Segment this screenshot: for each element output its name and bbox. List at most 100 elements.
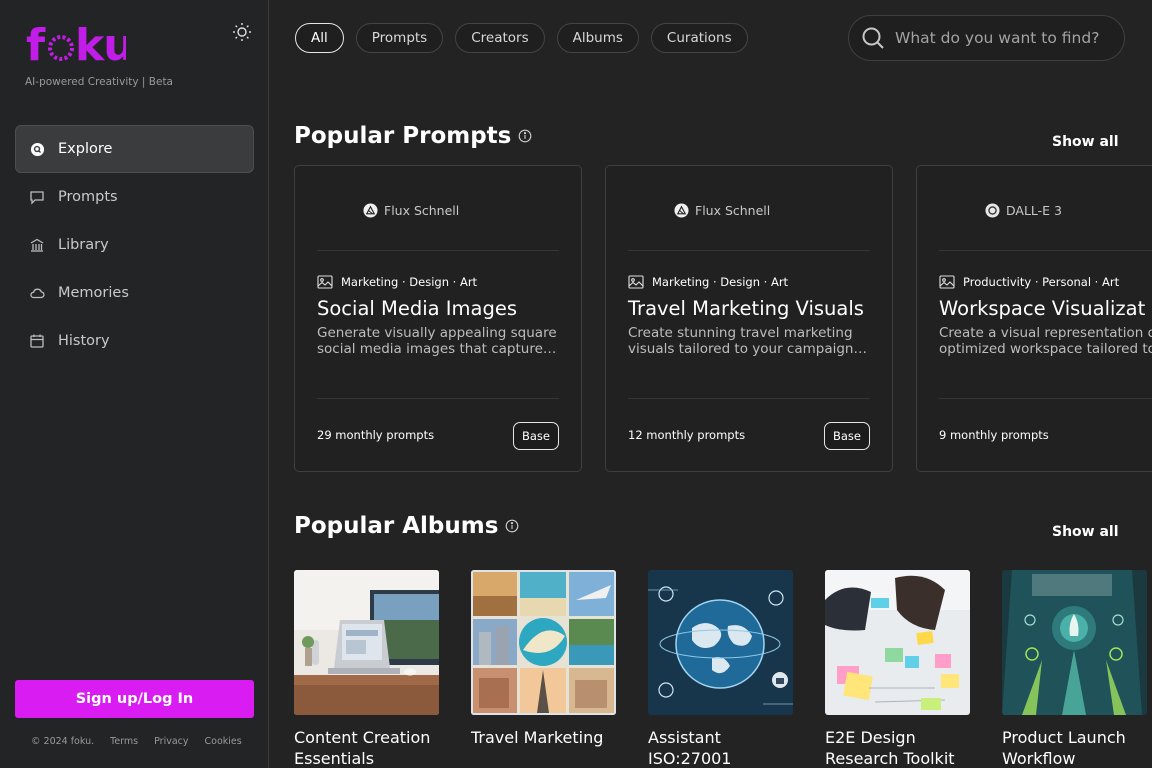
categories-text: Marketing · Design · Art [341, 275, 478, 289]
model-label: Flux Schnell [674, 203, 770, 218]
image-icon [939, 275, 955, 289]
categories-text: Productivity · Personal · Art [963, 275, 1120, 289]
sun-icon [233, 23, 251, 41]
album-title-line: Workflow [1002, 749, 1076, 768]
footer: © 2024 foku. Terms Privacy Cookies [31, 736, 242, 747]
base-badge[interactable]: Base [823, 422, 870, 450]
library-icon [29, 237, 45, 253]
description-line: visuals tailored to your campaigns… [628, 341, 868, 357]
divider [939, 250, 1152, 251]
prompt-card[interactable]: Flux Schnell Marketing · Design · Art So… [294, 165, 582, 472]
card-title: Social Media Images [317, 297, 518, 320]
chat-bubble-icon [29, 189, 45, 205]
prompt-cards: Flux Schnell Marketing · Design · Art So… [294, 165, 1152, 473]
description-line: Generate visually appealing square [317, 325, 557, 341]
popular-prompts-heading: Popular Prompts [294, 123, 532, 149]
album-title: Travel Marketing [471, 727, 617, 748]
search-bar [848, 15, 1125, 61]
divider [317, 250, 559, 251]
flux-icon [363, 203, 378, 218]
card-description: Create stunning travel marketing visuals… [628, 325, 868, 357]
album-title: Product Launch Workflow [1002, 727, 1148, 768]
prompt-card[interactable]: Flux Schnell Marketing · Design · Art Tr… [605, 165, 893, 472]
sidebar-item-library[interactable]: Library [15, 221, 254, 269]
album-card[interactable]: Content Creation Essentials [294, 570, 440, 768]
category-tags: Marketing · Design · Art [317, 275, 477, 289]
category-tags: Productivity · Personal · Art [939, 275, 1119, 289]
svg-text:f: f [26, 22, 46, 68]
calendar-icon [29, 333, 45, 349]
category-tags: Marketing · Design · Art [628, 275, 788, 289]
album-card[interactable]: Travel Marketing [471, 570, 617, 748]
filter-chip-albums[interactable]: Albums [556, 23, 639, 53]
sidebar-item-label: Prompts [58, 189, 118, 205]
albums-show-all-link[interactable]: Show all [1052, 524, 1119, 540]
filter-chip-all[interactable]: All [295, 23, 344, 53]
cloud-icon [29, 285, 45, 301]
sidebar: f ku AI-powered Creativity | Beta Explor… [0, 0, 269, 768]
description-line: optimized workspace tailored to [939, 341, 1152, 357]
foku-logo[interactable]: f ku [26, 22, 126, 68]
image-icon [317, 275, 333, 289]
model-name: Flux Schnell [384, 203, 460, 218]
album-thumbnail-sticky-notes [825, 570, 970, 715]
sidebar-item-prompts[interactable]: Prompts [15, 173, 254, 221]
privacy-link[interactable]: Privacy [154, 736, 188, 747]
explore-icon [29, 141, 45, 157]
album-title-line: Research Toolkit [825, 749, 955, 768]
divider [939, 398, 1152, 399]
album-card[interactable]: Assistant ISO:27001 [648, 570, 794, 768]
album-title-line: ISO:27001 [648, 749, 732, 768]
sidebar-item-memories[interactable]: Memories [15, 269, 254, 317]
description-line: Create stunning travel marketing [628, 325, 853, 341]
section-title: Popular Albums [294, 513, 499, 539]
info-icon[interactable] [518, 129, 532, 143]
album-card[interactable]: E2E Design Research Toolkit [825, 570, 971, 768]
base-badge[interactable]: Base [512, 422, 559, 450]
model-name: Flux Schnell [695, 203, 771, 218]
prompts-show-all-link[interactable]: Show all [1052, 134, 1119, 150]
model-name: DALL-E 3 [1006, 203, 1062, 218]
card-description: Create a visual representation o optimiz… [939, 325, 1152, 357]
divider [317, 398, 559, 399]
monthly-prompts-count: 29 monthly prompts [317, 428, 435, 442]
popular-albums-heading: Popular Albums [294, 513, 519, 539]
sidebar-item-history[interactable]: History [15, 317, 254, 365]
sidebar-item-label: Library [58, 237, 109, 253]
filter-chip-curations[interactable]: Curations [650, 23, 748, 53]
album-list: Content Creation Essentials Travel Marke… [294, 570, 1152, 768]
album-title-line: Essentials [294, 749, 375, 768]
monthly-prompts-count: 12 monthly prompts [628, 428, 746, 442]
info-icon[interactable] [505, 519, 519, 533]
search-input[interactable] [895, 29, 1105, 47]
album-thumbnail-workspace [294, 570, 439, 715]
signup-login-button[interactable]: Sign up/Log In [15, 680, 254, 718]
image-icon [628, 275, 644, 289]
album-thumbnail-travel-collage [471, 570, 616, 715]
divider [628, 250, 870, 251]
sidebar-item-explore[interactable]: Explore [15, 125, 254, 173]
album-thumbnail-launch-poster [1002, 570, 1147, 715]
sidebar-item-label: Memories [58, 285, 129, 301]
album-title: E2E Design Research Toolkit [825, 727, 971, 768]
filter-chip-prompts[interactable]: Prompts [355, 23, 444, 53]
album-card[interactable]: Product Launch Workflow [1002, 570, 1148, 768]
card-title: Workspace Visualizat [939, 297, 1146, 320]
album-title-line: Content Creation [294, 728, 431, 747]
terms-link[interactable]: Terms [110, 736, 138, 747]
model-label: DALL-E 3 [985, 203, 1062, 218]
album-thumbnail-cyber-globe [648, 570, 793, 715]
sidebar-item-label: Explore [58, 141, 113, 157]
divider [628, 398, 870, 399]
svg-text:ku: ku [75, 22, 126, 68]
album-title: Content Creation Essentials [294, 727, 440, 768]
album-title: Assistant ISO:27001 [648, 727, 794, 768]
album-title-line: E2E Design [825, 728, 916, 747]
search-icon[interactable] [861, 26, 885, 50]
filter-chip-creators[interactable]: Creators [455, 23, 545, 53]
description-line: Create a visual representation o [939, 325, 1152, 341]
sidebar-item-label: History [58, 333, 110, 349]
theme-toggle-button[interactable] [230, 20, 254, 44]
prompt-card[interactable]: DALL-E 3 Productivity · Personal · Art W… [916, 165, 1152, 472]
cookies-link[interactable]: Cookies [205, 736, 242, 747]
